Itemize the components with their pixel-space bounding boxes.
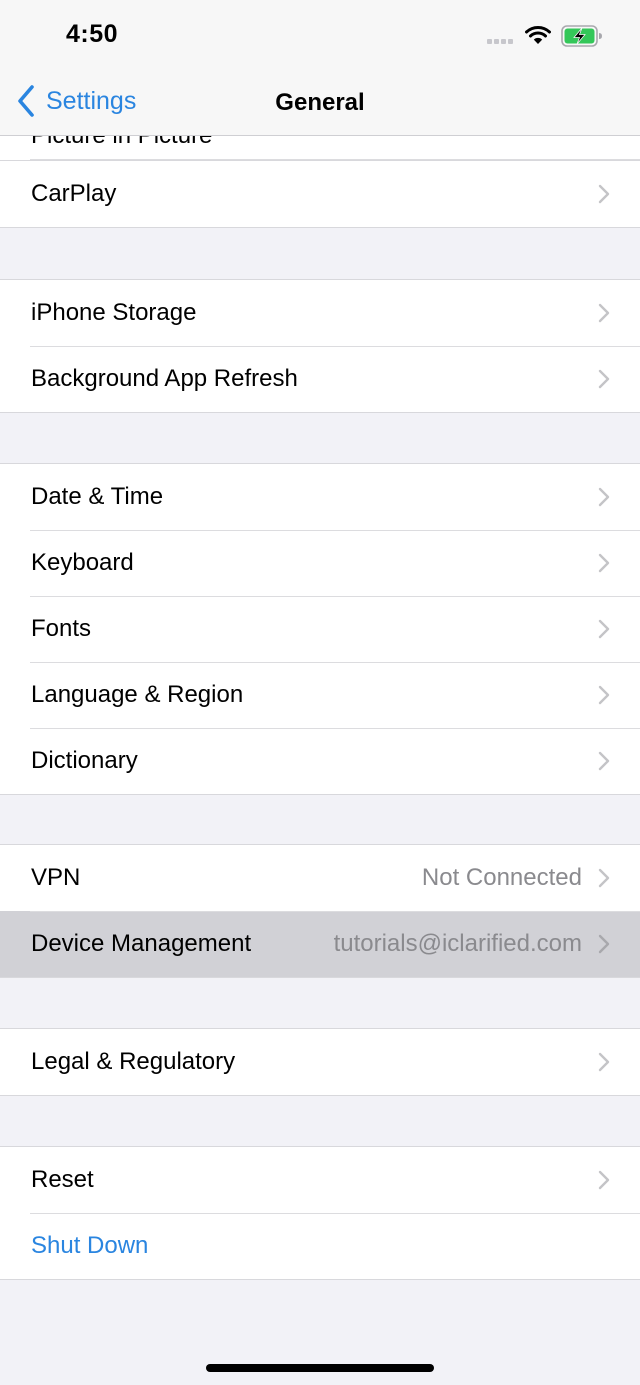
row-label: Background App Refresh [31, 365, 298, 392]
chevron-right-icon [598, 868, 610, 888]
chevron-right-icon [598, 553, 610, 573]
row-device-management[interactable]: Device Management tutorials@iclarified.c… [0, 911, 640, 977]
row-dictionary[interactable]: Dictionary [0, 728, 640, 794]
row-label: Reset [31, 1166, 94, 1193]
chevron-right-icon [598, 369, 610, 389]
group-locale: Date & Time Keyboard Fonts Language & Re… [0, 463, 640, 795]
chevron-right-icon [598, 184, 610, 204]
row-label: Legal & Regulatory [31, 1048, 236, 1075]
page-title: General [275, 89, 365, 116]
status-bar: 4:50 [0, 0, 640, 70]
chevron-right-icon [598, 619, 610, 639]
row-label: Dictionary [31, 747, 138, 774]
row-legal-regulatory[interactable]: Legal & Regulatory [0, 1029, 640, 1095]
chevron-right-icon [598, 1052, 610, 1072]
status-time: 4:50 [66, 20, 119, 48]
navigation-bar: Settings General [0, 70, 640, 136]
row-keyboard[interactable]: Keyboard [0, 530, 640, 596]
battery-charging-icon [561, 25, 602, 47]
shut-down-button[interactable]: Shut Down [0, 1213, 640, 1279]
vpn-status-value: Not Connected [421, 864, 582, 891]
row-label: Language & Region [31, 681, 244, 708]
row-label: VPN [31, 864, 81, 891]
chevron-right-icon [598, 934, 610, 954]
row-vpn[interactable]: VPN Not Connected [0, 845, 640, 911]
group-network: VPN Not Connected Device Management tuto… [0, 844, 640, 978]
row-label: iPhone Storage [31, 299, 197, 326]
row-background-app-refresh[interactable]: Background App Refresh [0, 346, 640, 412]
wifi-icon [525, 26, 551, 44]
row-label: Keyboard [31, 549, 134, 576]
chevron-right-icon [598, 303, 610, 323]
row-label: Date & Time [31, 483, 164, 510]
row-carplay[interactable]: CarPlay [0, 161, 640, 227]
chevron-right-icon [598, 685, 610, 705]
chevron-right-icon [598, 751, 610, 771]
chevron-right-icon [598, 487, 610, 507]
home-indicator[interactable] [206, 1364, 434, 1372]
group-storage: iPhone Storage Background App Refresh [0, 279, 640, 413]
row-label: Shut Down [31, 1232, 149, 1259]
chevron-right-icon [598, 1170, 610, 1190]
device-management-account-value: tutorials@iclarified.com [333, 930, 582, 957]
row-date-time[interactable]: Date & Time [0, 464, 640, 530]
group-reset: Reset Shut Down [0, 1146, 640, 1280]
row-label: Fonts [31, 615, 92, 642]
row-fonts[interactable]: Fonts [0, 596, 640, 662]
row-reset[interactable]: Reset [0, 1147, 640, 1213]
row-iphone-storage[interactable]: iPhone Storage [0, 280, 640, 346]
group-legal: Legal & Regulatory [0, 1028, 640, 1096]
group-carplay: CarPlay [0, 160, 640, 228]
signal-dots-icon [487, 39, 513, 44]
row-language-region[interactable]: Language & Region [0, 662, 640, 728]
row-label: CarPlay [31, 180, 117, 207]
row-label: Device Management [31, 930, 252, 957]
